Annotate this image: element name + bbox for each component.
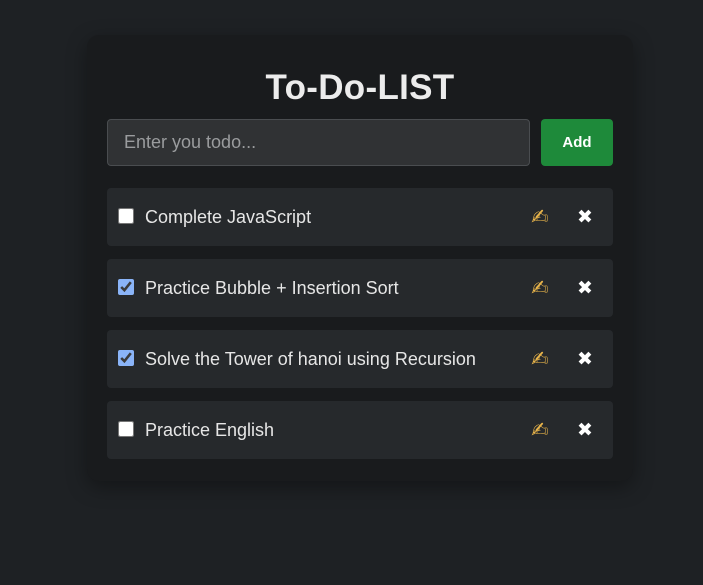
edit-icon[interactable]: ✍ [522,259,558,317]
todo-item: Practice Bubble + Insertion Sort ✍ ✖ [107,259,613,317]
todo-checkbox[interactable] [118,421,134,437]
todo-input[interactable] [107,119,530,166]
delete-icon[interactable]: ✖ [567,188,603,246]
delete-icon[interactable]: ✖ [567,401,603,459]
todo-checkbox[interactable] [118,208,134,224]
todo-item: Practice English ✍ ✖ [107,401,613,459]
edit-icon[interactable]: ✍ [522,330,558,388]
todo-item: Complete JavaScript ✍ ✖ [107,188,613,246]
edit-icon[interactable]: ✍ [522,188,558,246]
todo-text: Practice Bubble + Insertion Sort [145,278,399,298]
todo-text: Solve the Tower of hanoi using Recursion [145,349,476,369]
todo-input-row: Add [107,119,613,166]
edit-icon[interactable]: ✍ [522,401,558,459]
add-button[interactable]: Add [541,119,613,166]
page-title: To-Do-LIST [265,68,455,107]
todo-checkbox[interactable] [118,350,134,366]
delete-icon[interactable]: ✖ [567,259,603,317]
delete-icon[interactable]: ✖ [567,330,603,388]
todo-item: Solve the Tower of hanoi using Recursion… [107,330,613,388]
todo-checkbox[interactable] [118,279,134,295]
todo-text: Practice English [145,420,275,440]
todo-text: Complete JavaScript [145,207,312,227]
todo-list: Complete JavaScript ✍ ✖ Practice Bubble … [107,188,613,472]
